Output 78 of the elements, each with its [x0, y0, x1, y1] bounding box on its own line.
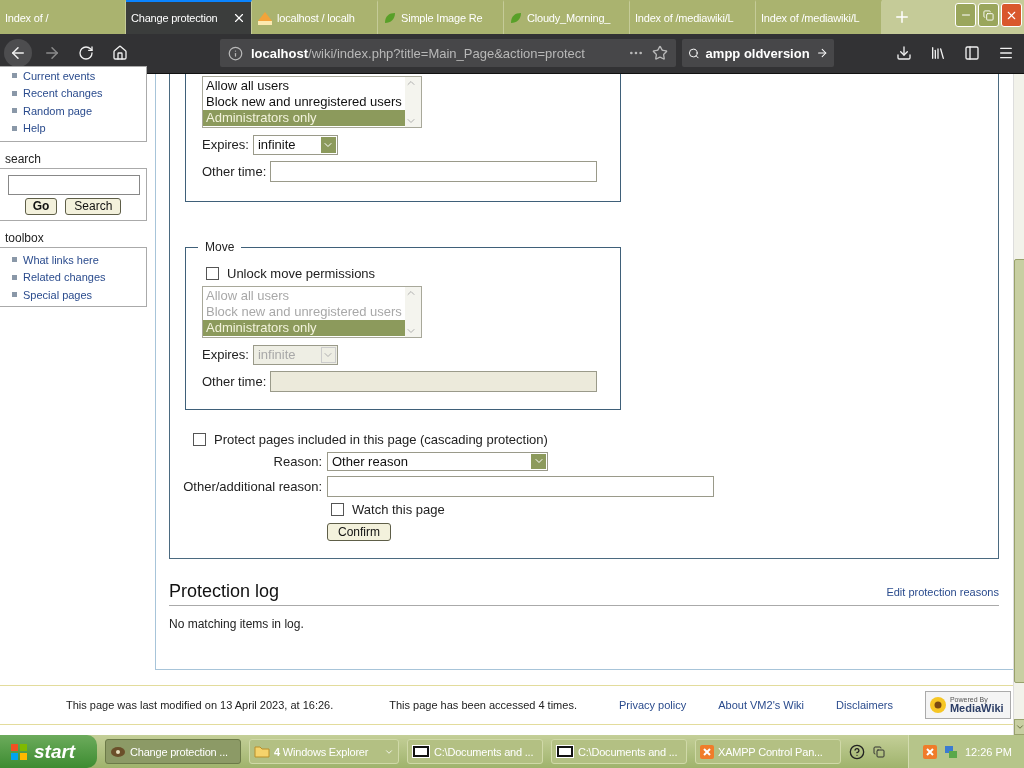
scrollbar[interactable]: [1012, 73, 1024, 735]
confirm-button[interactable]: Confirm: [327, 522, 391, 541]
clock: 12:26 PM: [964, 745, 1012, 758]
restore-icon: [983, 9, 994, 21]
sunflower-icon: [928, 695, 947, 714]
network-icon: [942, 743, 959, 760]
bullet-icon: [12, 257, 17, 263]
checkbox-label: Unlock move permissions: [227, 265, 376, 281]
go-button[interactable]: Go: [24, 197, 58, 215]
other-reason-field[interactable]: [327, 475, 714, 497]
search-button[interactable]: Search: [65, 197, 122, 215]
bullet-icon: [12, 108, 17, 114]
toolbox-heading: toolbox: [4, 229, 45, 247]
archive-icon: [556, 745, 574, 758]
sailboat-icon: [257, 10, 273, 25]
leaf-icon: [383, 10, 397, 25]
bullet-icon: [12, 90, 17, 96]
xampp-icon: [922, 744, 937, 759]
other-reason-label: Other/additional reason:: [183, 478, 322, 494]
windows-logo-icon: [10, 742, 28, 761]
other-time-field[interactable]: [270, 160, 598, 182]
help-icon[interactable]: [849, 743, 865, 760]
checkbox-label: Protect pages included in this page (cascading protection): [214, 431, 548, 447]
sidebar-link[interactable]: Help: [23, 122, 46, 135]
log-message: No matching items in log.: [169, 616, 305, 631]
sidebar-link[interactable]: Recent changes: [23, 87, 103, 100]
sidebar-link[interactable]: Special pages: [23, 288, 93, 301]
edit-reasons-link[interactable]: Edit protection reasons: [886, 585, 999, 602]
list-option[interactable]: Allow all users: [203, 77, 405, 94]
search-heading: search: [4, 150, 43, 168]
back-button[interactable]: [4, 39, 32, 68]
expires-select[interactable]: infinite: [252, 134, 338, 155]
folder-icon: [254, 745, 270, 758]
expires-label: Expires:: [202, 347, 249, 363]
archive-icon: [412, 745, 430, 758]
expires-label: Expires:: [202, 137, 249, 153]
sidebar-icon: [964, 45, 980, 62]
fieldset-legend: Move: [198, 239, 242, 254]
list-option[interactable]: Block new and unregistered users: [203, 93, 405, 110]
footer-link[interactable]: Privacy policy: [618, 698, 687, 711]
footer-link[interactable]: Disclaimers: [836, 698, 893, 711]
other-time-label: Other time:: [202, 163, 267, 179]
sidebar-link[interactable]: Random page: [23, 104, 93, 117]
bullet-icon: [12, 274, 17, 280]
sidebar-link[interactable]: Current events: [23, 69, 96, 82]
footer-text: This page was last modified on 13 April 2023, at 16:26.: [66, 698, 334, 711]
checkbox[interactable]: [193, 432, 206, 446]
address-bar[interactable]: localhost/wiki/index.php?title=Main_Page&action=protect: [220, 39, 676, 68]
restore-button[interactable]: [978, 3, 999, 27]
restore-icon[interactable]: [873, 745, 885, 758]
protection-level-list[interactable]: Allow all users Block new and unregistered users Administrators only: [202, 75, 422, 128]
reason-label: Reason:: [273, 453, 322, 469]
reload-icon: [78, 45, 94, 62]
search-field[interactable]: ampp oldversion: [682, 39, 834, 68]
footer-link[interactable]: About VM2's Wiki: [718, 698, 805, 711]
section-heading: Protection log: [169, 580, 280, 602]
leaf-icon: [509, 10, 523, 25]
download-icon: [896, 45, 912, 62]
library-icon: [930, 45, 946, 62]
other-time-label: Other time:: [202, 373, 267, 389]
xampp-icon: [700, 744, 714, 759]
bullet-icon: [12, 73, 17, 79]
bullet-icon: [12, 125, 17, 131]
bullet-icon: [12, 292, 17, 298]
checkbox[interactable]: [331, 502, 344, 516]
checkbox-label: Watch this page: [352, 501, 445, 517]
minimize-button[interactable]: [955, 3, 976, 27]
scroll-thumb[interactable]: [1013, 258, 1024, 683]
reason-select[interactable]: Other reason: [327, 451, 548, 471]
close-button[interactable]: [1001, 3, 1022, 27]
home-icon: [112, 45, 128, 62]
browser-tab[interactable]: Change protection: [126, 0, 252, 34]
bookmark-icon[interactable]: [652, 45, 668, 62]
sidebar-link[interactable]: What links here: [23, 253, 99, 266]
footer-text: This page has been accessed 4 times.: [389, 698, 577, 711]
info-icon[interactable]: [228, 45, 243, 61]
sidebar-link[interactable]: Related changes: [23, 271, 106, 284]
sidebar-search-field[interactable]: [8, 174, 140, 195]
